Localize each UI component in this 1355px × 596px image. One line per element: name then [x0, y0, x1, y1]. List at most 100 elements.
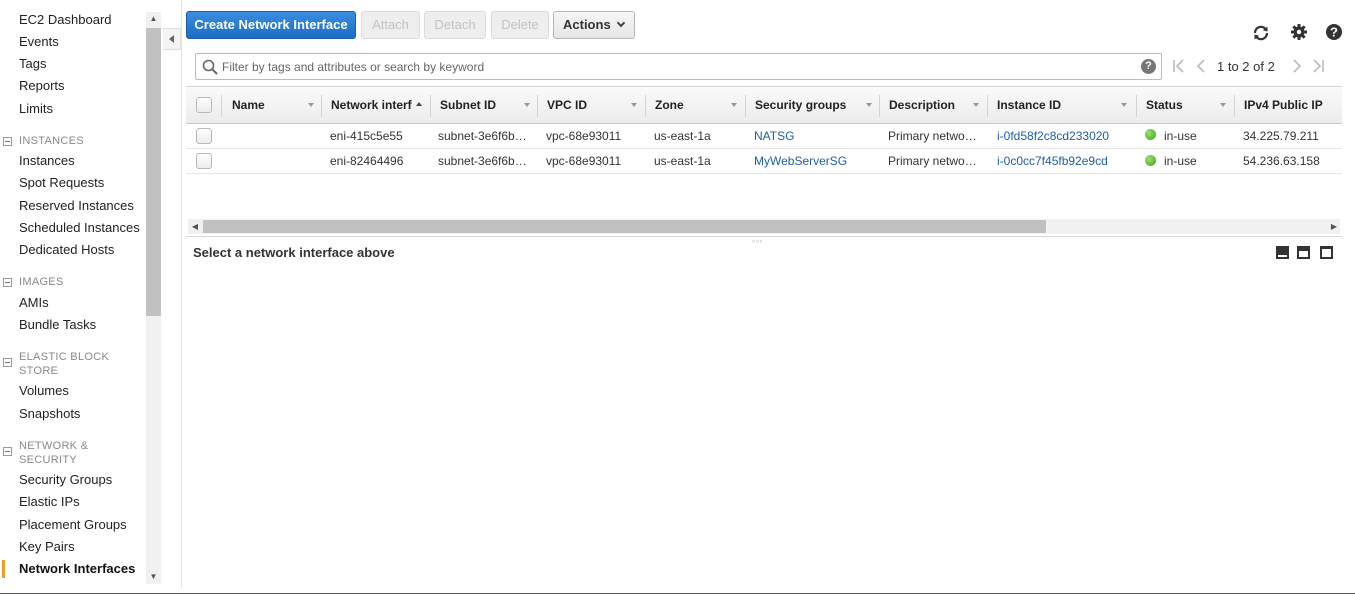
- cell-subnet-id: subnet-3e6f6b…: [438, 129, 527, 143]
- sidebar-item-amis[interactable]: AMIs: [19, 295, 49, 310]
- cell-name: [232, 149, 320, 173]
- collapse-section-icon[interactable]: [3, 447, 12, 456]
- attach-button[interactable]: Attach: [361, 11, 420, 39]
- column-menu-icon[interactable]: [866, 103, 872, 107]
- sidebar-item-events[interactable]: Events: [19, 34, 59, 49]
- instance-id-link[interactable]: i-0c0cc7f45fb92e9cd: [997, 149, 1133, 173]
- collapse-sidebar-button[interactable]: [163, 28, 181, 50]
- column-header-vpc-id[interactable]: VPC ID: [547, 87, 647, 123]
- help-icon[interactable]: ?: [1325, 23, 1343, 41]
- column-menu-icon[interactable]: [631, 103, 637, 107]
- sidebar-item-security-groups[interactable]: Security Groups: [19, 472, 112, 487]
- sidebar-item-scheduled-instances[interactable]: Scheduled Instances: [19, 220, 140, 235]
- column-header-label: Security groups: [755, 98, 847, 112]
- table-scrollbar-thumb[interactable]: [203, 220, 1046, 233]
- select-all-checkbox[interactable]: [196, 97, 212, 113]
- layout-maximize-pane-icon[interactable]: [1320, 246, 1333, 259]
- sidebar-item-reports[interactable]: Reports: [19, 78, 65, 93]
- column-header-instance-id[interactable]: Instance ID: [997, 87, 1137, 123]
- column-menu-icon[interactable]: [524, 103, 530, 107]
- sidebar-section-title: ELASTIC BLOCK STORE: [19, 351, 110, 377]
- delete-button[interactable]: Delete: [491, 11, 549, 39]
- sort-ascending-icon[interactable]: [416, 102, 422, 106]
- cell-status: in-use: [1164, 154, 1197, 168]
- scroll-right-icon[interactable]: ▶: [1327, 219, 1341, 234]
- column-header-subnet-id[interactable]: Subnet ID: [440, 87, 540, 123]
- last-page-icon[interactable]: [1310, 57, 1326, 75]
- actions-label: Actions: [563, 17, 611, 32]
- cell-zone: us-east-1a: [654, 129, 711, 143]
- column-separator: [645, 95, 646, 117]
- sidebar-item-elastic-ips[interactable]: Elastic IPs: [19, 494, 80, 509]
- sidebar-section-title: IMAGES: [19, 276, 64, 288]
- column-header-status[interactable]: Status: [1146, 87, 1236, 123]
- splitter-grip-icon[interactable]: ▫▫▫: [752, 237, 764, 246]
- sidebar-item-bundle-tasks[interactable]: Bundle Tasks: [19, 317, 96, 332]
- column-separator: [321, 95, 322, 117]
- detach-button[interactable]: Detach: [424, 11, 486, 39]
- sidebar-item-spot-requests[interactable]: Spot Requests: [19, 175, 104, 190]
- column-header-label: VPC ID: [547, 98, 588, 112]
- column-header-description[interactable]: Description: [889, 87, 989, 123]
- sidebar-item-reserved-instances[interactable]: Reserved Instances: [19, 198, 134, 213]
- column-menu-icon[interactable]: [308, 103, 314, 107]
- instance-id-link[interactable]: i-0fd58f2c8cd233020: [997, 124, 1133, 148]
- table-row[interactable]: eni-415c5e55 subnet-3e6f6b… vpc-68e93011…: [186, 124, 1342, 149]
- gear-icon[interactable]: [1290, 23, 1308, 41]
- table-header: Name Network interf Subnet ID VPC ID Zon…: [186, 86, 1342, 124]
- pane-splitter[interactable]: [186, 236, 1342, 237]
- search-input[interactable]: [222, 58, 1122, 76]
- refresh-icon[interactable]: [1252, 24, 1270, 42]
- column-menu-icon[interactable]: [1220, 103, 1226, 107]
- search-bar[interactable]: ?: [195, 53, 1162, 80]
- column-menu-icon[interactable]: [1121, 103, 1127, 107]
- status-dot-icon: [1145, 155, 1156, 166]
- cell-status: in-use: [1164, 129, 1197, 143]
- collapse-section-icon[interactable]: [3, 358, 12, 367]
- cell-vpc-id: vpc-68e93011: [546, 129, 622, 143]
- table-row[interactable]: eni-82464496 subnet-3e6f6b… vpc-68e93011…: [186, 149, 1342, 174]
- cell-name: [232, 124, 320, 148]
- sidebar-item-snapshots[interactable]: Snapshots: [19, 406, 80, 421]
- column-header-ipv4-public-ip[interactable]: IPv4 Public IP: [1244, 87, 1339, 123]
- security-group-link[interactable]: MyWebServerSG: [754, 149, 876, 173]
- column-header-label: IPv4 Public IP: [1244, 98, 1323, 112]
- collapse-section-icon[interactable]: [3, 278, 12, 287]
- create-network-interface-button[interactable]: Create Network Interface: [186, 11, 356, 39]
- security-group-link[interactable]: NATSG: [754, 124, 876, 148]
- sidebar-item-network-interfaces[interactable]: Network Interfaces: [19, 561, 135, 576]
- next-page-icon[interactable]: [1289, 57, 1305, 75]
- row-checkbox[interactable]: [196, 153, 212, 169]
- sidebar-item-tags[interactable]: Tags: [19, 56, 46, 71]
- row-checkbox[interactable]: [196, 128, 212, 144]
- first-page-icon[interactable]: [1171, 57, 1187, 75]
- column-header-label: Description: [889, 98, 956, 112]
- sidebar-divider: [181, 0, 182, 588]
- previous-page-icon[interactable]: [1193, 57, 1209, 75]
- column-header-security-groups[interactable]: Security groups: [755, 87, 881, 123]
- scroll-up-icon[interactable]: ▲: [146, 12, 161, 26]
- sidebar-item-placement-groups[interactable]: Placement Groups: [19, 517, 127, 532]
- sidebar-item-key-pairs[interactable]: Key Pairs: [19, 539, 75, 554]
- actions-dropdown-button[interactable]: Actions: [553, 11, 635, 39]
- column-menu-icon[interactable]: [973, 103, 979, 107]
- layout-split-pane-icon[interactable]: [1297, 246, 1310, 259]
- column-menu-icon[interactable]: [731, 103, 737, 107]
- sidebar-item-volumes[interactable]: Volumes: [19, 383, 69, 398]
- search-help-icon[interactable]: ?: [1141, 59, 1156, 74]
- cell-network-interface: eni-415c5e55: [330, 129, 403, 143]
- layout-bottom-pane-icon[interactable]: [1276, 246, 1289, 259]
- column-header-name[interactable]: Name: [232, 87, 322, 123]
- column-separator: [1234, 95, 1235, 117]
- column-separator: [221, 95, 222, 117]
- sidebar-item-instances[interactable]: Instances: [19, 153, 75, 168]
- scroll-down-icon[interactable]: ▼: [146, 570, 161, 584]
- column-header-zone[interactable]: Zone: [655, 87, 750, 123]
- sidebar-item-limits[interactable]: Limits: [19, 101, 53, 116]
- sidebar-scrollbar-thumb[interactable]: [146, 28, 161, 316]
- scroll-left-icon[interactable]: ◀: [188, 219, 202, 234]
- sidebar-item-ec2-dashboard[interactable]: EC2 Dashboard: [19, 12, 112, 27]
- column-header-network-interface[interactable]: Network interf: [331, 87, 431, 123]
- sidebar-item-dedicated-hosts[interactable]: Dedicated Hosts: [19, 242, 114, 257]
- collapse-section-icon[interactable]: [3, 137, 12, 146]
